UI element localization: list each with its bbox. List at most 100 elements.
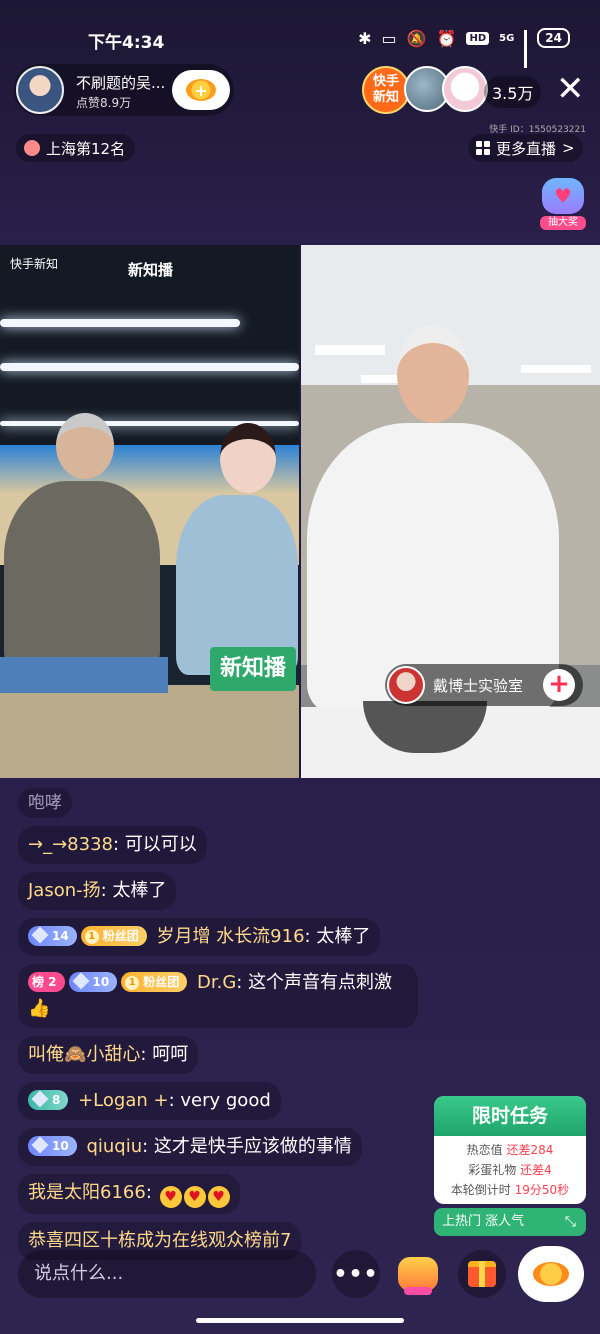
chat-message[interactable]: 我是太阳6166: ♥ ♥ ♥	[18, 1174, 438, 1214]
thumbs-up-icon: 👍	[28, 998, 51, 1019]
xinzhibo-logo: 新知播	[128, 261, 174, 279]
ceiling-light	[0, 363, 299, 371]
lottery-button[interactable]: ♥ 抽大奖	[540, 178, 586, 232]
rank-label: 上海第12名	[46, 139, 126, 158]
video-left-stream[interactable]: 快手新知 新知播 新知播	[0, 245, 299, 778]
more-options-button[interactable]: •••	[332, 1250, 380, 1298]
coin-icon: 1	[84, 930, 99, 944]
gem-icon	[31, 1136, 49, 1154]
lottery-icon: ♥	[542, 178, 584, 214]
chat-username[interactable]: Dr.G	[197, 972, 236, 993]
guest-person	[4, 481, 160, 671]
viewer-count[interactable]: 3.5万	[484, 76, 542, 108]
gem-icon	[72, 972, 90, 990]
gift-button[interactable]	[458, 1250, 506, 1298]
host-likes: 点赞8.9万	[76, 96, 132, 110]
mute-icon: 🔕	[406, 28, 427, 48]
chat-text: 呵呵	[152, 1044, 189, 1065]
signal-icon	[524, 30, 528, 68]
linked-streamer-tag[interactable]: 戴博士实验室 +	[385, 664, 583, 706]
desk-sign: 新知播	[210, 647, 296, 691]
chat-faded-text: 咆哮	[18, 788, 72, 818]
linked-streamer-avatar[interactable]	[387, 666, 425, 704]
follow-linked-streamer-button[interactable]: +	[543, 669, 575, 701]
follow-heart-icon: +	[186, 79, 216, 101]
comment-input[interactable]: 说点什么...	[18, 1250, 316, 1298]
gem-icon	[31, 926, 49, 944]
chat-username[interactable]: 叫俺🙈小甜心	[28, 1044, 140, 1065]
linked-streamer-name: 戴博士实验室	[433, 677, 524, 695]
gift-icon	[468, 1261, 496, 1287]
status-time: 下午4:34	[88, 33, 165, 53]
expand-icon: ⤡	[564, 1214, 576, 1230]
books	[0, 657, 168, 693]
chat-message[interactable]: 叫俺🙈小甜心: 呵呵	[18, 1036, 438, 1074]
alarm-icon: ⏰	[436, 28, 457, 48]
home-indicator[interactable]	[196, 1318, 404, 1323]
chat-text: 太棒了	[112, 880, 167, 901]
grid-icon	[476, 141, 490, 155]
chat-text: 太棒了	[316, 926, 371, 947]
boost-label: 上热门 涨人气	[442, 1214, 525, 1229]
chat-message[interactable]: 14 1 粉丝团 岁月增 水长流916: 太棒了	[18, 918, 438, 956]
task-value: 还差4	[520, 1163, 552, 1177]
clock-icon	[24, 140, 40, 156]
host-avatar[interactable]	[16, 66, 64, 114]
chat-text: 这才是快手应该做的事情	[153, 1136, 352, 1157]
lab-light	[315, 345, 385, 355]
chat-username[interactable]: qiuqiu	[86, 1136, 142, 1157]
status-bar: 下午4:34 ✱ ▭ 🔕 ⏰ HD 5G 24	[0, 26, 600, 68]
kuaishou-xinzhi-badge[interactable]: 快手 新知	[362, 66, 410, 114]
hd-icon: HD	[466, 31, 490, 45]
pet-icon	[398, 1257, 438, 1295]
bluetooth-icon: ✱	[358, 28, 372, 48]
viewer-avatar[interactable]	[442, 66, 488, 112]
kiss-emoji-icon: ♥	[159, 1186, 182, 1208]
kiss-emoji-icon: ♥	[183, 1186, 206, 1208]
like-button[interactable]	[518, 1246, 584, 1302]
rank-badge[interactable]: 上海第12名	[16, 134, 136, 162]
chat-username[interactable]: 我是太阳6166	[28, 1182, 146, 1203]
chat-text: 这个声音有点刺激	[248, 972, 393, 993]
user-level-badge: 8	[28, 1090, 69, 1110]
vibrate-icon: ▭	[381, 28, 397, 48]
chat-message[interactable]: →_→8338: 可以可以	[18, 826, 438, 864]
gem-icon	[31, 1090, 49, 1108]
limited-task-panel[interactable]: 限时任务 热恋值 还差284 彩蛋礼物 还差4 本轮倒计时 19分50秒	[434, 1096, 586, 1204]
more-live-button[interactable]: 更多直播 >	[468, 134, 583, 162]
chat-username[interactable]: →_→8338	[28, 834, 113, 855]
lab-light	[521, 365, 591, 373]
kuaishou-xinzhi-logo: 快手新知	[10, 257, 59, 271]
close-icon[interactable]: ✕	[556, 72, 585, 106]
chat-username[interactable]: +Logan +	[78, 1090, 168, 1111]
task-label: 彩蛋礼物	[468, 1163, 517, 1177]
chat-message[interactable]: 8 +Logan +: very good	[18, 1082, 438, 1120]
kiss-emoji-icon: ♥	[207, 1186, 230, 1208]
network-type: 5G	[499, 32, 515, 44]
chat-list[interactable]: 咆哮 →_→8338: 可以可以 Jason-扬: 太棒了 14 1 粉丝团 岁月增…	[18, 788, 438, 1268]
boost-popularity-button[interactable]: 上热门 涨人气 ⤡	[434, 1208, 586, 1236]
pet-button[interactable]	[394, 1250, 442, 1298]
guest-head	[56, 413, 114, 479]
battery-indicator: 24	[537, 28, 570, 48]
task-value: 19分50秒	[514, 1183, 570, 1197]
heart-icon	[533, 1262, 569, 1286]
chat-text: very good	[180, 1090, 271, 1111]
status-icons: ✱ ▭ 🔕 ⏰ HD 5G 24	[358, 28, 570, 68]
task-label: 本轮倒计时	[450, 1183, 511, 1197]
chat-username[interactable]: 岁月增 水长流916	[156, 926, 304, 947]
fan-club-badge: 1 粉丝团	[80, 926, 147, 946]
studio-table	[0, 685, 299, 778]
lottery-label: 抽大奖	[540, 216, 586, 230]
chat-message[interactable]: 10 qiuqiu: 这才是快手应该做的事情	[18, 1128, 438, 1166]
chat-username[interactable]: Jason-扬	[28, 880, 101, 901]
chat-message: 咆哮	[18, 788, 438, 818]
more-live-label: 更多直播	[496, 139, 557, 158]
chevron-right-icon: >	[562, 139, 575, 157]
follow-button[interactable]: +	[172, 70, 230, 110]
host-head	[220, 423, 276, 493]
chat-message[interactable]: 榜 2 10 1 粉丝团 Dr.G: 这个声音有点刺激👍	[18, 964, 438, 1028]
scientist-head	[397, 325, 469, 423]
chat-message[interactable]: Jason-扬: 太棒了	[18, 872, 438, 910]
coin-icon: 1	[125, 976, 140, 990]
